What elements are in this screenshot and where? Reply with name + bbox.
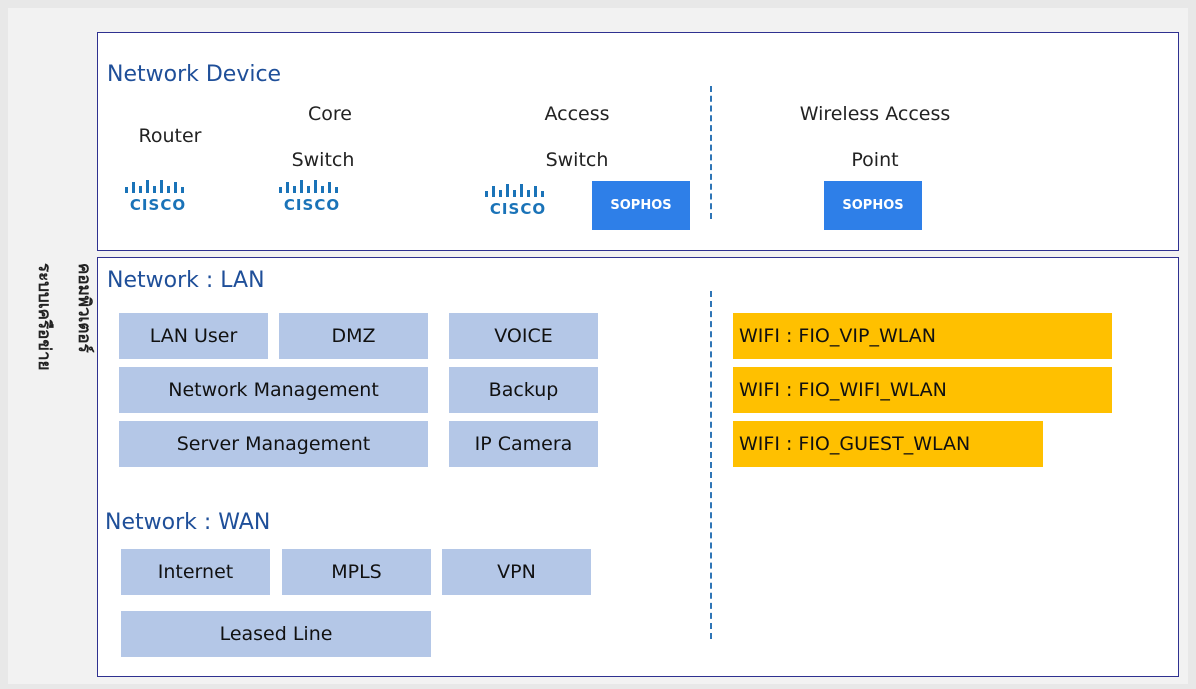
wifi-guest-wlan: WIFI : FIO_GUEST_WLAN (733, 421, 1043, 467)
cisco-bars-icon (279, 180, 338, 193)
lan-user-box: LAN User (119, 313, 268, 359)
router-label: Router (138, 125, 202, 147)
side-label-line2: คอมพิวเตอร์ (74, 263, 94, 353)
access-switch-label-line1: Access (544, 103, 610, 125)
server-management-box: Server Management (119, 421, 428, 467)
router-cisco-logo: CISCO (122, 178, 194, 218)
network-device-heading: Network Device (107, 62, 282, 87)
lan-divider (710, 291, 712, 639)
voice-box: VOICE (449, 313, 598, 359)
access-switch-label-line2: Switch (545, 149, 609, 171)
internet-box: Internet (121, 549, 270, 595)
wan-heading: Network : WAN (105, 510, 271, 535)
access-switch-sophos-logo: SOPHOS (592, 181, 690, 230)
device-divider (710, 86, 712, 219)
side-label-line1: ระบบเครือข่าย (34, 263, 54, 371)
dmz-box: DMZ (279, 313, 428, 359)
lan-heading: Network : LAN (107, 268, 265, 293)
access-switch-cisco-logo: CISCO (482, 182, 554, 222)
ip-camera-box: IP Camera (449, 421, 598, 467)
cisco-bars-icon (125, 180, 184, 193)
leased-line-box: Leased Line (121, 611, 431, 657)
backup-box: Backup (449, 367, 598, 413)
wireless-ap-label-line2: Point (851, 149, 899, 171)
core-switch-cisco-logo: CISCO (276, 178, 348, 218)
wireless-ap-sophos-logo: SOPHOS (824, 181, 922, 230)
side-label: ระบบเครือข่าย คอมพิวเตอร์ (14, 255, 94, 425)
cisco-bars-icon (485, 184, 544, 197)
core-switch-label-line1: Core (308, 103, 352, 125)
network-management-box: Network Management (119, 367, 428, 413)
wifi-wifi-wlan: WIFI : FIO_WIFI_WLAN (733, 367, 1112, 413)
vpn-box: VPN (442, 549, 591, 595)
mpls-box: MPLS (282, 549, 431, 595)
wireless-ap-label-line1: Wireless Access (799, 103, 951, 125)
core-switch-label-line2: Switch (291, 149, 355, 171)
wifi-vip-wlan: WIFI : FIO_VIP_WLAN (733, 313, 1112, 359)
